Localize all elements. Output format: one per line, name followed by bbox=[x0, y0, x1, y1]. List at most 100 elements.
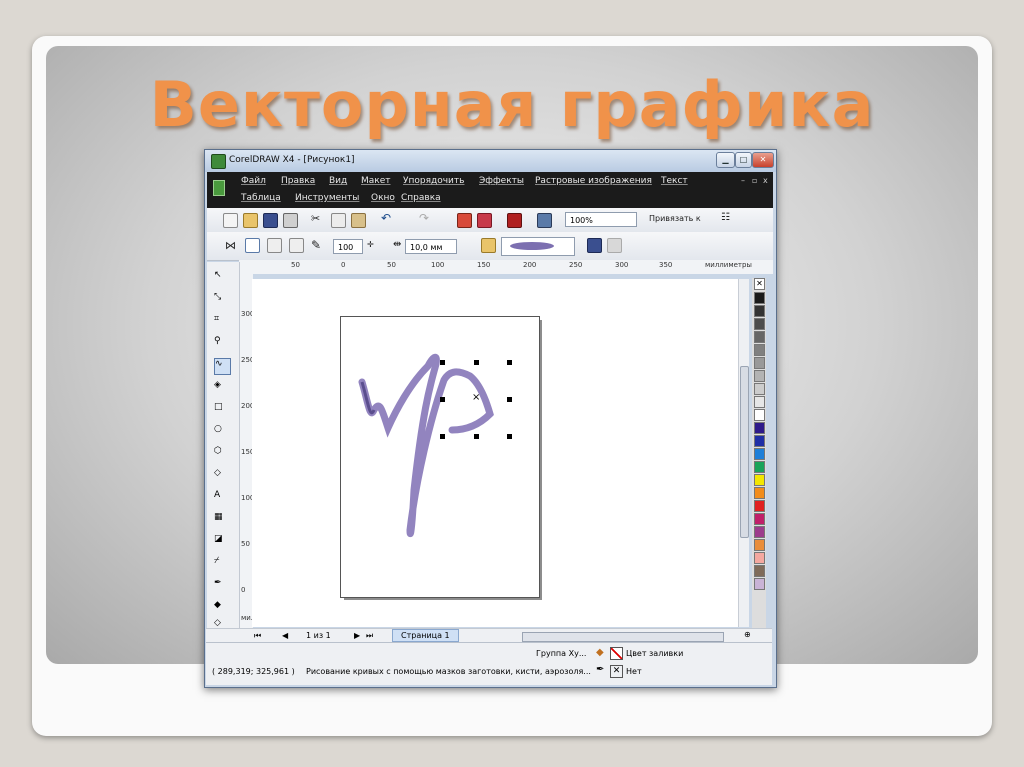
smart-fill-tool-icon[interactable]: ◈ bbox=[214, 380, 229, 395]
palette-swatch[interactable] bbox=[754, 578, 765, 590]
menu-table[interactable]: Таблица bbox=[241, 193, 281, 203]
menu-bitmaps[interactable]: Растровые изображения bbox=[535, 176, 652, 186]
title-bar[interactable]: CorelDRAW X4 - [Рисунок1] ▁ □ ✕ bbox=[205, 150, 776, 172]
palette-swatch[interactable] bbox=[754, 396, 765, 408]
artistic-media-tool-icon[interactable]: ∿ bbox=[214, 358, 231, 375]
calligraphic-mode-icon[interactable] bbox=[289, 238, 304, 253]
palette-swatch[interactable] bbox=[754, 422, 765, 434]
selection-handle[interactable] bbox=[474, 434, 479, 439]
menu-file[interactable]: Файл bbox=[241, 176, 266, 186]
vertical-scroll-thumb[interactable] bbox=[740, 366, 749, 538]
palette-swatch[interactable] bbox=[754, 487, 765, 499]
selection-handle[interactable] bbox=[507, 397, 512, 402]
maximize-button[interactable]: □ bbox=[735, 152, 752, 168]
selection-handle[interactable] bbox=[440, 360, 445, 365]
interactive-blend-tool-icon[interactable]: ◪ bbox=[214, 534, 229, 549]
palette-swatch[interactable] bbox=[754, 500, 765, 512]
palette-swatch[interactable] bbox=[754, 526, 765, 538]
welcome-screen-icon[interactable] bbox=[537, 213, 552, 228]
smoothing-field[interactable]: 100 bbox=[333, 239, 363, 254]
close-button[interactable]: ✕ bbox=[752, 152, 774, 168]
selection-handle[interactable] bbox=[507, 360, 512, 365]
new-document-icon[interactable] bbox=[223, 213, 238, 228]
eyedropper-tool-icon[interactable]: ⌿ bbox=[214, 556, 229, 571]
menu-effects[interactable]: Эффекты bbox=[479, 176, 524, 186]
options-icon[interactable]: ☷ bbox=[721, 212, 730, 223]
export-icon[interactable] bbox=[477, 213, 492, 228]
zoom-level-select[interactable]: 100% bbox=[565, 212, 637, 227]
palette-swatch[interactable] bbox=[754, 552, 765, 564]
browse-folder-icon[interactable] bbox=[481, 238, 496, 253]
paste-icon[interactable] bbox=[351, 213, 366, 228]
menu-tools[interactable]: Инструменты bbox=[295, 193, 359, 203]
snap-to-dropdown[interactable]: Привязать к bbox=[649, 214, 701, 223]
palette-swatch[interactable] bbox=[754, 448, 765, 460]
selection-handle[interactable] bbox=[440, 434, 445, 439]
save-stroke-icon[interactable] bbox=[587, 238, 602, 253]
minimize-button[interactable]: ▁ bbox=[716, 152, 735, 168]
last-page-icon[interactable]: ⏭ bbox=[366, 631, 373, 641]
palette-swatch[interactable] bbox=[754, 357, 765, 369]
redo-icon[interactable]: ↷ bbox=[419, 211, 429, 225]
menu-help[interactable]: Справка bbox=[401, 193, 441, 203]
selection-handle[interactable] bbox=[474, 360, 479, 365]
delete-stroke-icon[interactable] bbox=[607, 238, 622, 253]
horizontal-ruler[interactable]: 50 0 50 100 150 200 250 300 350 миллимет… bbox=[239, 260, 773, 274]
palette-swatch[interactable] bbox=[754, 474, 765, 486]
application-launcher-icon[interactable] bbox=[507, 213, 522, 228]
artistic-stroke[interactable] bbox=[340, 340, 540, 540]
palette-swatch[interactable] bbox=[754, 409, 765, 421]
undo-icon[interactable]: ↶ bbox=[381, 211, 391, 225]
mdi-restore-button[interactable]: ▫ bbox=[752, 176, 757, 185]
vertical-ruler[interactable]: 300 250 200 150 100 50 0 миллиметры bbox=[239, 274, 288, 654]
polygon-tool-icon[interactable]: ⬡ bbox=[214, 446, 229, 461]
stroke-preset-select[interactable] bbox=[501, 237, 575, 256]
rectangle-tool-icon[interactable]: □ bbox=[214, 402, 229, 417]
outline-tool-icon[interactable]: ✒ bbox=[214, 578, 229, 593]
zoom-navigator-icon[interactable]: ⊕ bbox=[744, 630, 751, 639]
selection-handle[interactable] bbox=[507, 434, 512, 439]
selection-handle[interactable] bbox=[440, 397, 445, 402]
selection-center-icon[interactable]: × bbox=[472, 392, 480, 403]
menu-layout[interactable]: Макет bbox=[361, 176, 391, 186]
page-tab[interactable]: Страница 1 bbox=[392, 629, 459, 642]
menu-view[interactable]: Вид bbox=[329, 176, 347, 186]
table-tool-icon[interactable]: ▦ bbox=[214, 512, 229, 527]
copy-icon[interactable] bbox=[331, 213, 346, 228]
palette-swatch[interactable] bbox=[754, 539, 765, 551]
first-page-icon[interactable]: ⏮ bbox=[254, 631, 261, 641]
zoom-tool-icon[interactable]: ⚲ bbox=[214, 336, 229, 351]
fill-color-swatch[interactable] bbox=[610, 647, 623, 660]
open-folder-icon[interactable] bbox=[243, 213, 258, 228]
fill-tool-icon[interactable]: ◆ bbox=[214, 600, 229, 615]
cut-icon[interactable]: ✂ bbox=[311, 212, 320, 225]
pressure-mode-icon[interactable]: ✎ bbox=[311, 238, 321, 252]
crop-tool-icon[interactable]: ⌗ bbox=[214, 314, 229, 329]
no-color-swatch[interactable]: ✕ bbox=[754, 278, 765, 290]
horizontal-scrollbar[interactable] bbox=[522, 632, 724, 642]
palette-swatch[interactable] bbox=[754, 565, 765, 577]
outline-color-swatch[interactable]: ✕ bbox=[610, 665, 623, 678]
previous-page-icon[interactable]: ◀ bbox=[282, 631, 288, 640]
smoothing-slider-icon[interactable]: ✛ bbox=[367, 240, 374, 249]
palette-swatch[interactable] bbox=[754, 461, 765, 473]
palette-swatch[interactable] bbox=[754, 513, 765, 525]
text-tool-icon[interactable]: A bbox=[214, 490, 229, 505]
palette-swatch[interactable] bbox=[754, 318, 765, 330]
palette-swatch[interactable] bbox=[754, 292, 765, 304]
pick-tool-icon[interactable]: ↖ bbox=[214, 270, 229, 285]
basic-shapes-tool-icon[interactable]: ◇ bbox=[214, 468, 229, 483]
menu-arrange[interactable]: Упорядочить bbox=[403, 176, 464, 186]
brush-mode-icon[interactable] bbox=[245, 238, 260, 253]
menu-edit[interactable]: Правка bbox=[281, 176, 315, 186]
mdi-minimize-button[interactable]: – bbox=[741, 176, 745, 185]
stroke-width-field[interactable]: 10,0 мм bbox=[405, 239, 457, 254]
palette-swatch[interactable] bbox=[754, 344, 765, 356]
next-page-icon[interactable]: ▶ bbox=[354, 631, 360, 640]
palette-swatch[interactable] bbox=[754, 383, 765, 395]
print-icon[interactable] bbox=[283, 213, 298, 228]
preset-brush-icon[interactable]: ⋈ bbox=[225, 239, 236, 252]
menu-text[interactable]: Текст bbox=[661, 176, 688, 186]
ellipse-tool-icon[interactable]: ○ bbox=[214, 424, 229, 439]
shape-tool-icon[interactable]: ⤡ bbox=[214, 292, 229, 307]
